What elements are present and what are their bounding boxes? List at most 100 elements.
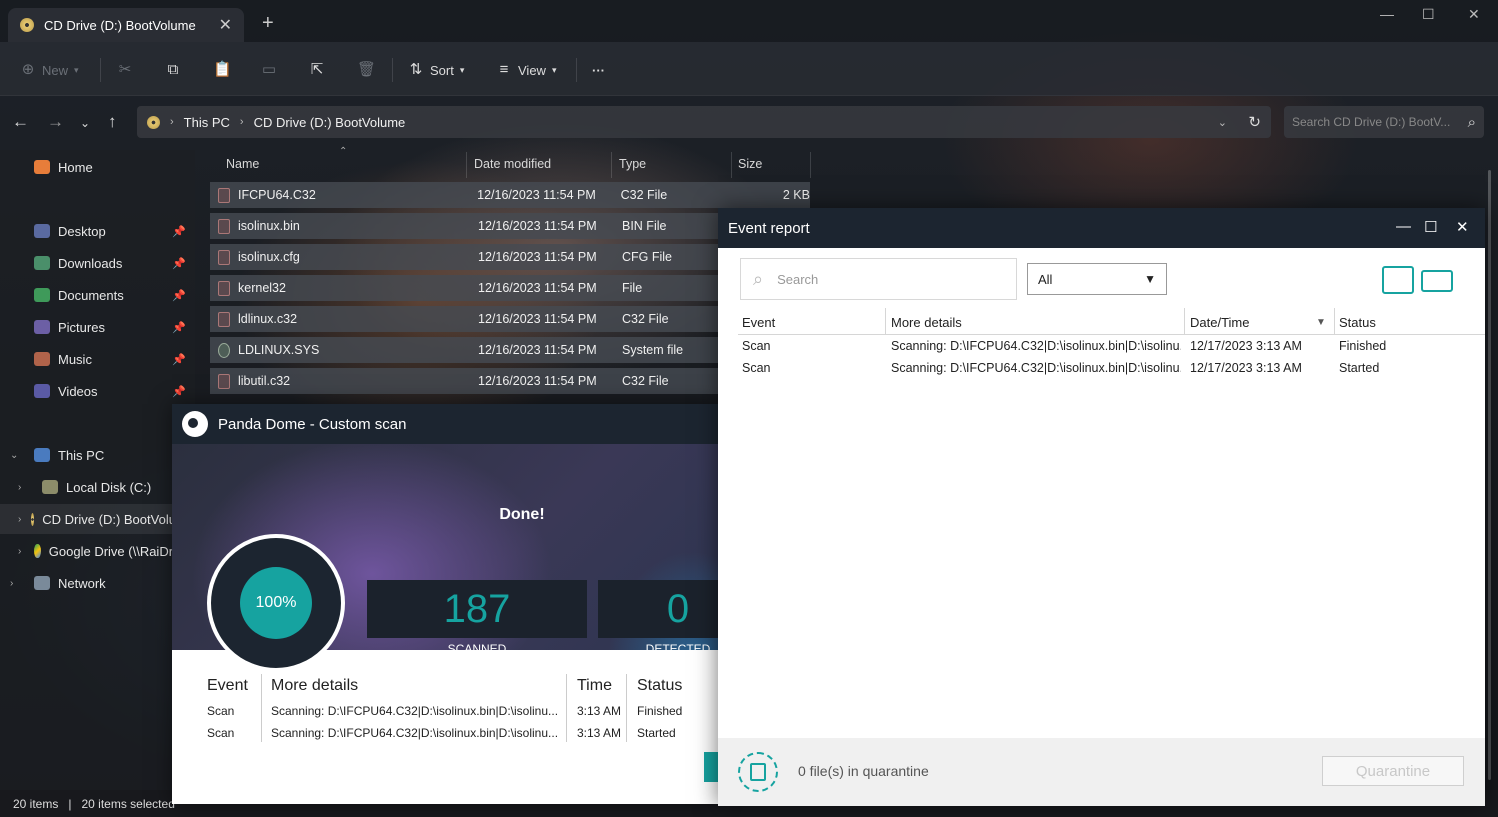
er-row-datetime[interactable]: 12/17/2023 3:13 AM [1190,361,1302,375]
tab-close-icon[interactable]: ✕ [219,15,232,35]
sidebar-item-documents[interactable]: Documents 📌 [0,280,194,310]
search-icon[interactable]: ⌕ [1468,114,1476,131]
pin-icon: 📌 [172,289,186,302]
minimize-button[interactable]: — [1380,6,1394,22]
column-header-name[interactable]: Name [226,152,259,176]
refresh-icon[interactable]: ↻ [1248,113,1261,131]
new-tab-button[interactable]: + [262,12,274,35]
breadcrumb-cd-drive[interactable]: CD Drive (D:) BootVolume [254,115,406,130]
column-divider [626,674,627,742]
share-icon[interactable]: ⇱ [309,60,325,80]
column-divider[interactable] [1334,308,1335,334]
sidebar-item-google-drive[interactable]: › Google Drive (\\RaiDrive) [0,536,194,566]
scrollbar[interactable] [1488,170,1491,780]
er-row-details[interactable]: Scanning: D:\IFCPU64.C32|D:\isolinux.bin… [891,361,1181,375]
chevron-right-icon[interactable]: › [10,578,24,589]
sidebar-item-this-pc[interactable]: ⌄ This PC [0,440,194,470]
er-row-status[interactable]: Finished [1339,339,1386,353]
column-divider[interactable] [885,308,886,334]
paste-icon[interactable]: 📋 [213,60,232,80]
print-icon[interactable] [1421,270,1453,292]
column-divider[interactable] [611,152,612,178]
column-divider[interactable] [1184,308,1185,334]
more-options-button[interactable]: ··· [592,60,605,80]
back-arrow-icon[interactable]: ← [12,112,29,132]
er-maximize-button[interactable]: ☐ [1424,218,1437,236]
file-name: ldlinux.c32 [238,312,298,326]
sidebar-item-label: This PC [58,447,105,463]
column-header-type[interactable]: Type [619,152,646,176]
event-search-input[interactable]: ⌕ Search [740,258,1017,300]
chevron-down-icon[interactable]: ⌄ [10,450,24,461]
maximize-button[interactable]: ☐ [1422,6,1435,23]
close-button[interactable]: ✕ [1468,6,1480,23]
sidebar-item-cd-drive[interactable]: › CD Drive (D:) BootVolume [0,504,194,534]
er-header-datetime[interactable]: Date/Time [1190,315,1249,330]
column-divider[interactable] [731,152,732,178]
panda-dome-window: Panda Dome - Custom scan Done! 187 SCANN… [172,404,718,804]
sidebar-item-desktop[interactable]: Desktop 📌 [0,216,194,246]
file-type: System file [622,343,684,357]
new-button[interactable]: ⊕ New ▾ [20,60,79,80]
er-header-event[interactable]: Event [742,315,775,330]
event-filter-select[interactable]: All ▼ [1027,263,1167,295]
file-name: LDLINUX.SYS [238,343,320,357]
er-close-button[interactable]: ✕ [1456,218,1469,236]
file-row[interactable]: IFCPU64.C32 12/16/2023 11:54 PM C32 File… [210,182,810,208]
sidebar-item-downloads[interactable]: Downloads 📌 [0,248,194,278]
column-divider[interactable] [466,152,467,178]
sidebar-item-videos[interactable]: Videos 📌 [0,376,194,406]
pin-icon: 📌 [172,257,186,270]
breadcrumb-this-pc[interactable]: This PC [184,115,230,130]
cut-icon[interactable]: ✂ [117,60,133,80]
column-header-date[interactable]: Date modified [474,152,551,176]
chevron-right-icon[interactable]: › [18,546,24,557]
column-divider [566,674,567,742]
view-icon: ≡ [499,61,509,78]
file-size: 2 KB [782,188,810,202]
network-icon [34,576,50,590]
disk-icon [42,480,58,494]
column-header-size[interactable]: Size [738,152,762,176]
er-row-datetime[interactable]: 12/17/2023 3:13 AM [1190,339,1302,353]
er-row-status[interactable]: Started [1339,361,1379,375]
header-underline [738,334,1485,335]
quarantine-button[interactable]: Quarantine [1322,756,1464,786]
rename-icon[interactable]: ▭ [261,60,277,80]
er-minimize-button[interactable]: — [1396,218,1411,235]
downloads-icon [34,256,50,270]
sidebar-item-label: Desktop [58,223,106,239]
sidebar-item-network[interactable]: › Network [0,568,194,598]
up-arrow-icon[interactable]: ↑ [108,112,117,132]
tab-cd-drive[interactable]: CD Drive (D:) BootVolume ✕ [8,8,244,42]
file-type: BIN File [622,219,667,233]
sidebar-item-home[interactable]: Home [0,152,194,182]
panda-logo-icon [182,411,208,437]
panda-action-button[interactable] [704,752,718,782]
export-folder-icon[interactable] [1382,266,1414,294]
er-header-details[interactable]: More details [891,315,962,330]
sidebar-item-local-disk[interactable]: › Local Disk (C:) [0,472,194,502]
er-row-event[interactable]: Scan [742,361,771,375]
file-name: isolinux.cfg [238,250,300,264]
chevron-right-icon[interactable]: › [18,482,32,493]
column-divider[interactable] [810,152,811,178]
address-dropdown-icon[interactable]: ⌄ [1218,116,1227,129]
er-row-details[interactable]: Scanning: D:\IFCPU64.C32|D:\isolinux.bin… [891,339,1181,353]
chevron-right-icon[interactable]: › [18,514,21,525]
forward-arrow-icon[interactable]: → [47,112,64,132]
copy-icon[interactable]: ⧉ [165,60,181,80]
address-bar[interactable]: › This PC › CD Drive (D:) BootVolume ⌄ ↻ [137,106,1271,138]
chevron-down-icon: ▾ [459,64,465,75]
sidebar-item-pictures[interactable]: Pictures 📌 [0,312,194,342]
delete-icon[interactable]: 🗑 [357,60,376,80]
search-input[interactable]: Search CD Drive (D:) BootV... ⌕ [1284,106,1484,138]
er-row-event[interactable]: Scan [742,339,771,353]
sidebar-item-music[interactable]: Music 📌 [0,344,194,374]
recent-chevron-icon[interactable]: ⌄ [80,116,90,130]
sort-button[interactable]: ⇅ Sort ▾ [408,60,465,80]
event-report-title: Event report [728,219,810,237]
er-header-status[interactable]: Status [1339,315,1376,330]
file-name: libutil.c32 [238,374,291,388]
view-button[interactable]: ≡ View ▾ [496,60,557,80]
